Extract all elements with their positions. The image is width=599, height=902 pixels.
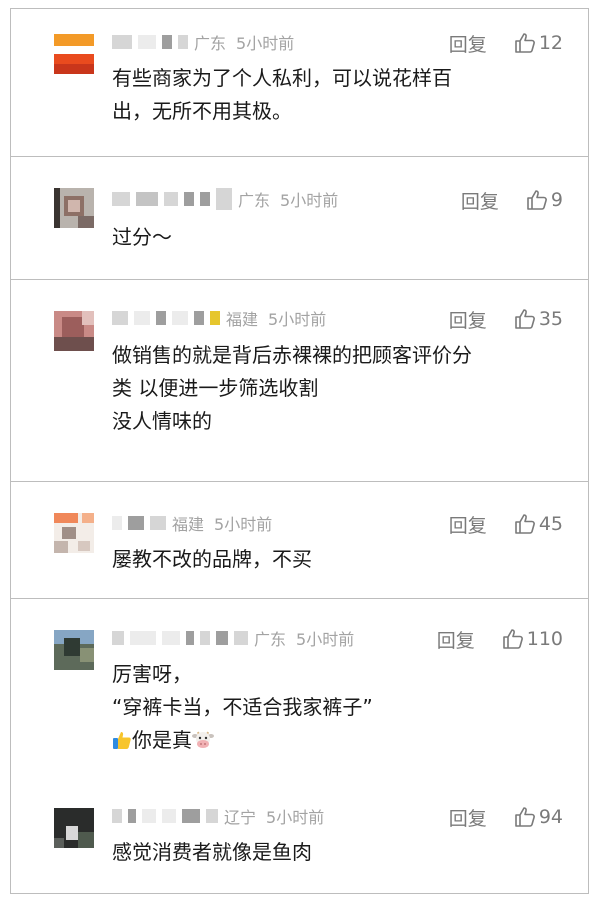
comment-actions: 回复 110 <box>437 626 563 652</box>
comment-text-line: 类 以便进一步筛选收割 <box>112 376 319 400</box>
avatar[interactable] <box>54 34 94 74</box>
comment-time: 5小时前 <box>268 310 327 329</box>
avatar[interactable] <box>54 188 94 228</box>
cow-face-emoji-icon <box>192 727 214 748</box>
comment-text-line: 做销售的就是背后赤裸裸的把顾客评价分 <box>112 343 472 367</box>
username-blurred[interactable] <box>112 809 122 823</box>
comment-text: 厉害呀， “穿裤卡当，不适合我家裤子” 你是真 <box>112 658 373 757</box>
thumbs-up-outline-icon <box>502 629 523 649</box>
comment-text-line: 屡教不改的品牌，不买 <box>112 547 312 571</box>
comment-location: 福建 <box>226 310 259 329</box>
comment-text: 有些商家为了个人私利，可以说花样百 出，无所不用其极。 <box>112 62 452 128</box>
reply-button[interactable]: 回复 <box>449 306 487 333</box>
comment-time: 5小时前 <box>236 34 295 53</box>
comment-location: 辽宁 <box>224 808 257 827</box>
comment-location: 福建 <box>172 515 205 534</box>
comment-location: 广东 <box>238 191 271 210</box>
comment-text-line: 感觉消费者就像是鱼肉 <box>112 840 312 864</box>
reply-button[interactable]: 回复 <box>461 187 499 214</box>
username-blurred[interactable] <box>112 631 124 645</box>
thumbs-up-outline-icon <box>515 309 535 329</box>
divider <box>10 598 589 599</box>
like-button[interactable]: 9 <box>525 188 563 212</box>
comment-text-line: 过分～ <box>112 225 172 249</box>
comment-location: 广东 <box>194 34 227 53</box>
thumbs-up-emoji-icon <box>112 727 132 749</box>
like-button[interactable]: 94 <box>513 805 563 829</box>
divider <box>10 279 589 280</box>
divider <box>10 156 589 157</box>
comment-time: 5小时前 <box>280 191 339 210</box>
like-button[interactable]: 12 <box>513 31 563 55</box>
comment-actions: 回复 45 <box>449 511 563 537</box>
avatar[interactable] <box>54 808 94 848</box>
reply-button[interactable]: 回复 <box>449 30 487 57</box>
like-count: 45 <box>538 513 563 535</box>
avatar[interactable] <box>54 311 94 351</box>
like-button[interactable]: 35 <box>513 307 563 331</box>
comment-meta: 辽宁 5小时前 <box>112 805 324 827</box>
comment-meta: 福建 5小时前 <box>112 512 272 534</box>
comment-actions: 回复 12 <box>449 30 563 56</box>
reply-button[interactable]: 回复 <box>449 511 487 538</box>
divider <box>10 481 589 482</box>
reply-button[interactable]: 回复 <box>437 626 475 653</box>
comment-meta: 广东 5小时前 <box>112 627 354 649</box>
comment-meta: 广东 5小时前 <box>112 188 338 210</box>
comment-time: 5小时前 <box>214 515 273 534</box>
comment-list-frame <box>10 8 589 894</box>
like-count: 9 <box>550 189 563 211</box>
thumbs-up-outline-icon <box>515 807 535 827</box>
comment-text-line: 厉害呀， <box>112 662 192 686</box>
like-count: 94 <box>538 806 563 828</box>
comment-time: 5小时前 <box>266 808 325 827</box>
avatar[interactable] <box>54 513 94 553</box>
like-button[interactable]: 45 <box>513 512 563 536</box>
comment-text-line: 出，无所不用其极。 <box>112 99 292 123</box>
comment-text-line: “穿裤卡当，不适合我家裤子” <box>112 695 373 719</box>
comment-text: 过分～ <box>112 221 172 254</box>
reply-button[interactable]: 回复 <box>449 804 487 831</box>
comment-time: 5小时前 <box>296 630 355 649</box>
avatar[interactable] <box>54 630 94 670</box>
comment-text: 做销售的就是背后赤裸裸的把顾客评价分类 以便进一步筛选收割 没人情味的 <box>112 339 472 438</box>
username-blurred[interactable] <box>112 516 122 530</box>
comment-text: 感觉消费者就像是鱼肉 <box>112 836 312 869</box>
like-button[interactable]: 110 <box>501 627 563 651</box>
username-blurred[interactable] <box>112 192 130 206</box>
comment-text-line: 没人情味的 <box>112 409 212 433</box>
comment-actions: 回复 35 <box>449 306 563 332</box>
like-count: 12 <box>538 32 563 54</box>
like-count: 110 <box>526 628 563 650</box>
comment-meta: 广东 5小时前 <box>112 31 294 53</box>
thumbs-up-outline-icon <box>515 514 535 534</box>
username-blurred[interactable] <box>112 35 132 49</box>
thumbs-up-outline-icon <box>515 33 535 53</box>
comment-text: 屡教不改的品牌，不买 <box>112 543 312 576</box>
like-count: 35 <box>538 308 563 330</box>
thumbs-up-outline-icon <box>527 190 547 210</box>
comment-actions: 回复 9 <box>461 187 563 213</box>
comment-location: 广东 <box>254 630 287 649</box>
comment-text-line: 你是真 <box>112 724 373 757</box>
comment-meta: 福建 5小时前 <box>112 307 326 329</box>
comment-text-line: 有些商家为了个人私利，可以说花样百 <box>112 66 452 90</box>
comment-actions: 回复 94 <box>449 804 563 830</box>
username-blurred[interactable] <box>112 311 128 325</box>
